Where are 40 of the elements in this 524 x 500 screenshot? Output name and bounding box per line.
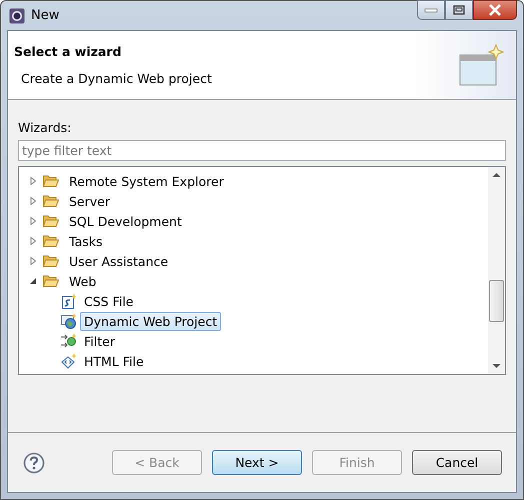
folder-icon — [43, 274, 59, 288]
help-icon[interactable] — [23, 452, 45, 474]
minimize-icon — [424, 7, 438, 13]
dialog-button[interactable]: Next > — [212, 450, 302, 475]
folder-icon — [43, 254, 59, 268]
maximize-icon — [453, 5, 465, 15]
tree-item[interactable]: SQL Development — [65, 212, 186, 230]
filter-field[interactable]: type filter text — [18, 140, 506, 161]
folder-icon — [43, 234, 59, 248]
html-file-icon — [61, 353, 77, 369]
tree-item[interactable]: Tasks — [65, 232, 106, 250]
expand-arrow-icon[interactable] — [29, 277, 37, 285]
filter-arrows-icon — [61, 333, 77, 349]
close-button[interactable] — [473, 0, 517, 20]
tree-item[interactable]: HTML File — [80, 352, 148, 370]
scroll-up-icon[interactable] — [492, 172, 501, 178]
tree-item[interactable]: Filter — [80, 332, 119, 350]
dialog-button[interactable]: Cancel — [412, 450, 502, 475]
tree-item[interactable]: Remote System Explorer — [65, 172, 228, 190]
folder-icon — [43, 214, 59, 228]
window-title: New — [31, 8, 60, 23]
folder-icon — [43, 194, 59, 208]
css-file-icon — [61, 293, 77, 309]
maximize-button[interactable] — [445, 0, 473, 20]
tree-item[interactable]: User Assistance — [65, 252, 172, 270]
scrollbar[interactable] — [488, 167, 505, 374]
wizard-description: Create a Dynamic Web project — [20, 71, 212, 86]
minimize-button[interactable] — [417, 0, 445, 20]
close-icon — [488, 4, 502, 16]
window-sparkle-icon — [458, 43, 504, 87]
tree-item[interactable]: CSS File — [80, 292, 138, 310]
tree-item[interactable]: Web — [65, 272, 100, 290]
globe-project-icon — [61, 313, 77, 329]
tree-item[interactable]: Dynamic Web Project — [80, 312, 222, 330]
folder-icon — [43, 174, 59, 188]
tree-item[interactable]: Server — [65, 192, 114, 210]
wizard-title: Select a wizard — [14, 44, 122, 59]
scroll-down-icon[interactable] — [492, 363, 501, 369]
wizards-label: Wizards: — [18, 120, 72, 135]
scroll-thumb[interactable] — [489, 280, 504, 322]
